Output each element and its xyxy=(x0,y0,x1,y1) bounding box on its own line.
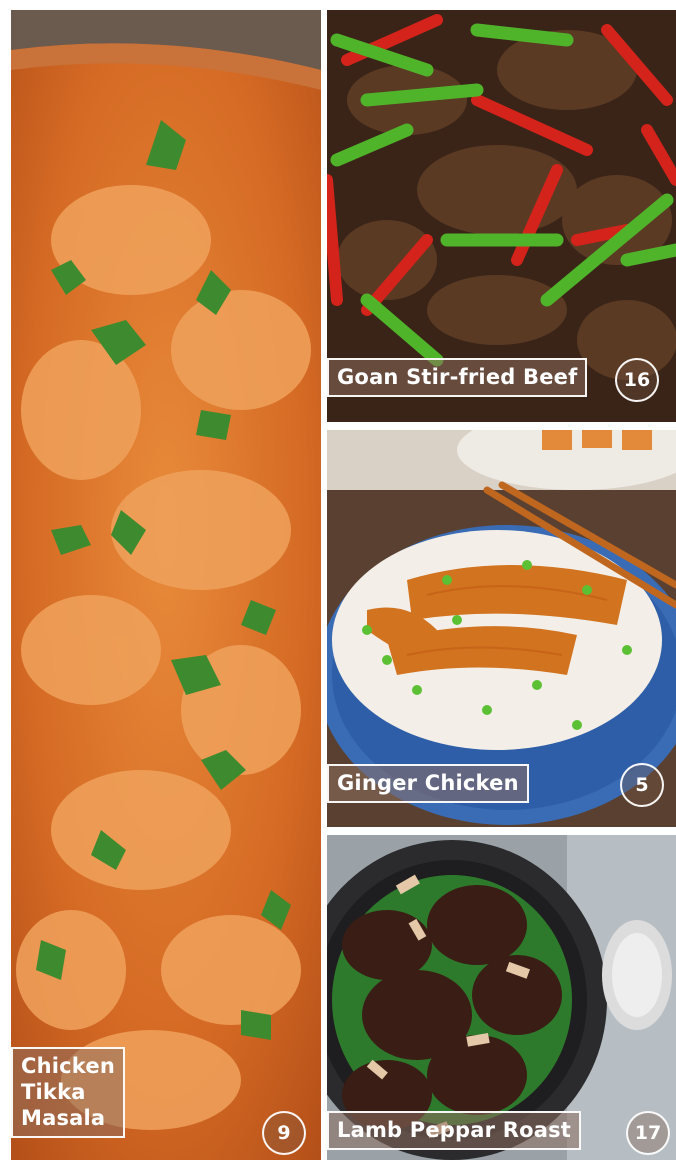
recipe-tile-lamb-peppar-roast[interactable]: Lamb Peppar Roast 17 xyxy=(327,835,676,1160)
recipe-title-text: Ginger Chicken xyxy=(337,771,519,795)
page-number-badge: 9 xyxy=(262,1111,306,1155)
recipe-title: Goan Stir-fried Beef xyxy=(327,358,588,397)
recipe-title-text: Goan Stir-fried Beef xyxy=(337,365,578,389)
recipe-title-line: Chicken xyxy=(21,1054,116,1078)
recipe-title-line: Tikka xyxy=(21,1080,86,1104)
recipe-title: Chicken Tikka Masala xyxy=(11,1047,126,1138)
recipe-tile-ginger-chicken[interactable]: Ginger Chicken 5 xyxy=(327,430,676,827)
recipe-tile-goan-stir-fried-beef[interactable]: Goan Stir-fried Beef 16 xyxy=(327,10,676,422)
page-number-badge: 5 xyxy=(620,763,664,807)
page-number-badge: 16 xyxy=(615,358,659,402)
recipe-title: Lamb Peppar Roast xyxy=(327,1111,582,1150)
recipe-title-line: Masala xyxy=(21,1106,106,1130)
page-number-badge: 17 xyxy=(626,1111,670,1155)
recipe-title: Ginger Chicken xyxy=(327,764,529,803)
recipe-tile-chicken-tikka-masala[interactable]: Chicken Tikka Masala 9 xyxy=(11,10,321,1160)
recipe-title-text: Lamb Peppar Roast xyxy=(337,1118,572,1142)
chicken-tikka-masala-photo xyxy=(11,10,321,1160)
